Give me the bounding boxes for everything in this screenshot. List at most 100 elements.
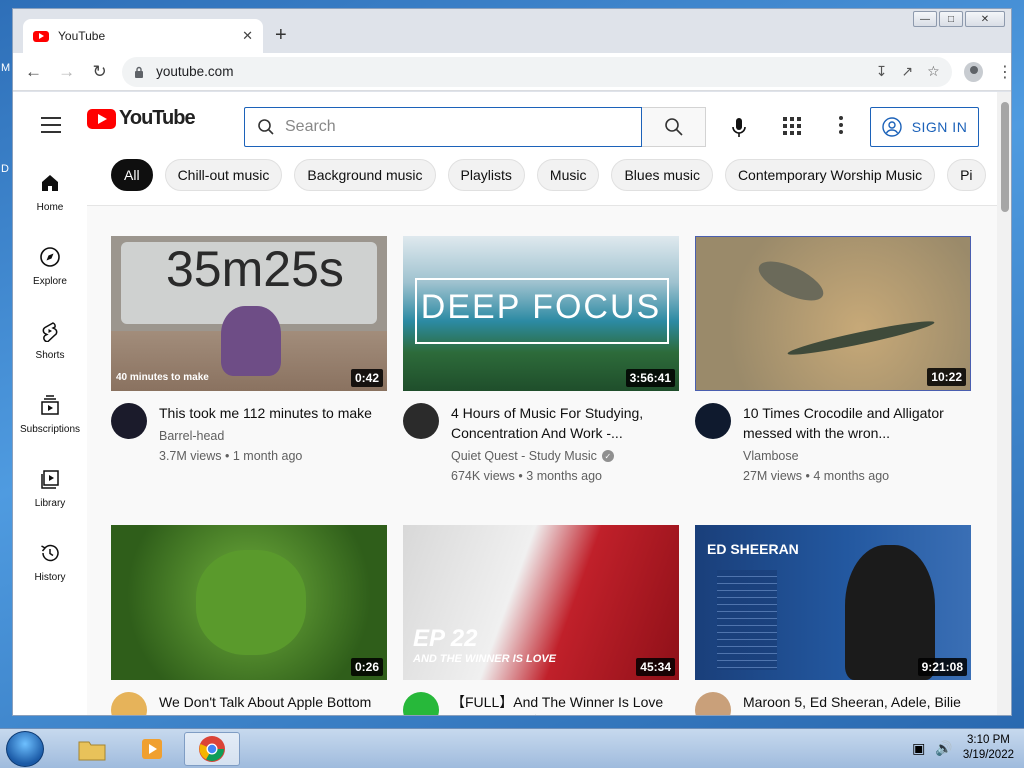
channel-avatar[interactable]: [111, 692, 147, 715]
sidebar-item-subscriptions[interactable]: Subscriptions: [13, 384, 87, 444]
video-thumbnail[interactable]: EP 22 AND THE WINNER IS LOVE 45:34: [403, 525, 679, 680]
chrome-taskbar-icon[interactable]: [184, 732, 240, 766]
scrollbar-thumb[interactable]: [1001, 102, 1009, 212]
video-thumbnail[interactable]: DEEP FOCUS 3:56:41: [403, 236, 679, 391]
sidebar-label: Home: [36, 202, 64, 213]
video-thumbnail[interactable]: 0:26: [111, 525, 387, 680]
video-card[interactable]: 35m25s 40 minutes to make 0:42 This took…: [111, 236, 387, 463]
profile-icon[interactable]: [963, 61, 983, 82]
sidebar-item-shorts[interactable]: Shorts: [13, 310, 87, 370]
video-title[interactable]: This took me 112 minutes to make: [159, 403, 379, 423]
chip-truncated[interactable]: Pi: [947, 159, 986, 191]
video-card[interactable]: EP 22 AND THE WINNER IS LOVE 45:34 【FULL…: [403, 525, 679, 715]
network-icon[interactable]: ▣: [912, 740, 925, 757]
video-title[interactable]: 4 Hours of Music For Studying, Concentra…: [451, 403, 671, 443]
search-button[interactable]: [642, 107, 706, 147]
duration-badge: 0:42: [350, 369, 383, 387]
install-app-icon[interactable]: ↧: [876, 63, 888, 80]
browser-tab[interactable]: YouTube ✕: [23, 19, 263, 53]
windows-taskbar: ▣ 🔊 3:10 PM 3/19/2022: [0, 728, 1024, 768]
apps-grid-icon[interactable]: [783, 117, 801, 135]
chip-chill-out-music[interactable]: Chill-out music: [164, 159, 283, 191]
maximize-button[interactable]: □: [939, 11, 963, 27]
thumbnail-caption: AND THE WINNER IS LOVE: [413, 653, 557, 665]
chip-background-music[interactable]: Background music: [294, 159, 436, 191]
upload-age: 3 months ago: [526, 469, 603, 483]
channel-avatar[interactable]: [403, 692, 439, 715]
video-title[interactable]: We Don't Talk About Apple Bottom Jeans: [159, 692, 379, 715]
video-thumbnail[interactable]: 35m25s 40 minutes to make 0:42: [111, 236, 387, 391]
file-explorer-taskbar-icon[interactable]: [64, 732, 120, 766]
chip-playlists[interactable]: Playlists: [447, 159, 525, 191]
chrome-icon: [199, 736, 225, 762]
search-box[interactable]: [244, 107, 642, 147]
duration-badge: 10:22: [927, 368, 966, 386]
view-count: 674K views: [451, 469, 515, 483]
media-player-taskbar-icon[interactable]: [124, 732, 180, 766]
sidebar-item-history[interactable]: History: [13, 532, 87, 592]
back-button[interactable]: ←: [21, 59, 46, 85]
youtube-play-logo-icon: [87, 108, 116, 129]
bookmark-star-icon[interactable]: ☆: [927, 63, 940, 80]
video-thumbnail[interactable]: ED SHEERAN 9:21:08: [695, 525, 971, 680]
reload-button[interactable]: ↻: [87, 59, 112, 85]
channel-avatar[interactable]: [111, 403, 147, 439]
search-input[interactable]: [285, 118, 615, 136]
sidebar-label: History: [34, 572, 66, 583]
shorts-icon: [42, 322, 58, 342]
channel-avatar[interactable]: [403, 403, 439, 439]
sidebar-item-explore[interactable]: Explore: [13, 236, 87, 296]
channel-avatar[interactable]: [695, 403, 731, 439]
forward-button[interactable]: →: [54, 59, 79, 85]
start-button[interactable]: [6, 731, 44, 767]
youtube-favicon-icon: [33, 30, 49, 42]
new-tab-button[interactable]: +: [275, 25, 287, 45]
youtube-page: YouTube Search SIGN IN Home Explore Shor…: [13, 92, 1011, 715]
hamburger-menu-icon[interactable]: [41, 117, 61, 138]
address-bar[interactable]: youtube.com ↧ ↗ ☆: [122, 56, 952, 87]
sign-in-button[interactable]: SIGN IN: [870, 107, 979, 147]
tab-close-icon[interactable]: ✕: [242, 28, 253, 44]
clock-time: 3:10 PM: [967, 734, 1010, 746]
video-stats: 674K views • 3 months ago: [451, 469, 603, 483]
voice-search-button[interactable]: [721, 110, 757, 146]
minimize-button[interactable]: —: [913, 11, 937, 27]
youtube-logo[interactable]: YouTube: [87, 107, 196, 130]
video-card[interactable]: 0:26 We Don't Talk About Apple Bottom Je…: [111, 525, 387, 715]
channel-name[interactable]: Barrel-head: [159, 429, 379, 443]
chip-all[interactable]: All: [111, 159, 153, 191]
system-tray: ▣ 🔊 3:10 PM 3/19/2022: [912, 733, 1014, 763]
clock[interactable]: 3:10 PM 3/19/2022: [963, 733, 1014, 763]
video-title[interactable]: 10 Times Crocodile and Alligator messed …: [743, 403, 963, 443]
chip-music[interactable]: Music: [536, 159, 600, 191]
video-title[interactable]: 【FULL】And The Winner Is Love EP22 | 月上重火…: [451, 692, 671, 715]
sidebar-label: Explore: [33, 276, 67, 287]
history-icon: [41, 544, 59, 562]
browser-menu-icon[interactable]: ⋮: [997, 62, 1011, 82]
channel-avatar[interactable]: [695, 692, 731, 715]
video-card[interactable]: DEEP FOCUS 3:56:41 4 Hours of Music For …: [403, 236, 679, 483]
share-icon[interactable]: ↗: [901, 63, 913, 80]
video-thumbnail[interactable]: 10:22: [695, 236, 971, 391]
video-card[interactable]: 10:22 10 Times Crocodile and Alligator m…: [695, 236, 971, 483]
page-scrollbar[interactable]: [997, 92, 1011, 715]
tab-title: YouTube: [58, 29, 106, 43]
sidebar-item-home[interactable]: Home: [13, 162, 87, 222]
sidebar-item-library[interactable]: Library: [13, 458, 87, 518]
sidebar-label: Library: [34, 498, 66, 509]
chip-contemporary-worship-music[interactable]: Contemporary Worship Music: [724, 159, 936, 191]
logo-text: YouTube: [119, 107, 196, 129]
close-window-button[interactable]: ✕: [965, 11, 1005, 27]
settings-more-icon[interactable]: [839, 116, 843, 134]
duration-badge: 0:26: [350, 658, 383, 676]
channel-name[interactable]: Quiet Quest - Study Music: [451, 449, 597, 463]
url-text: youtube.com: [156, 64, 234, 79]
video-card[interactable]: ED SHEERAN 9:21:08 Maroon 5, Ed Sheeran,…: [695, 525, 971, 715]
chip-blues-music[interactable]: Blues music: [611, 159, 713, 191]
video-title[interactable]: Maroon 5, Ed Sheeran, Adele, Bilie Eilis…: [743, 692, 963, 715]
desktop-icon-label-fragment: D: [1, 163, 9, 175]
volume-icon[interactable]: 🔊: [935, 740, 952, 757]
sign-in-label: SIGN IN: [911, 119, 968, 135]
channel-name[interactable]: Vlambose: [743, 449, 963, 463]
thumbnail-title-text: ED SHEERAN: [707, 541, 799, 557]
